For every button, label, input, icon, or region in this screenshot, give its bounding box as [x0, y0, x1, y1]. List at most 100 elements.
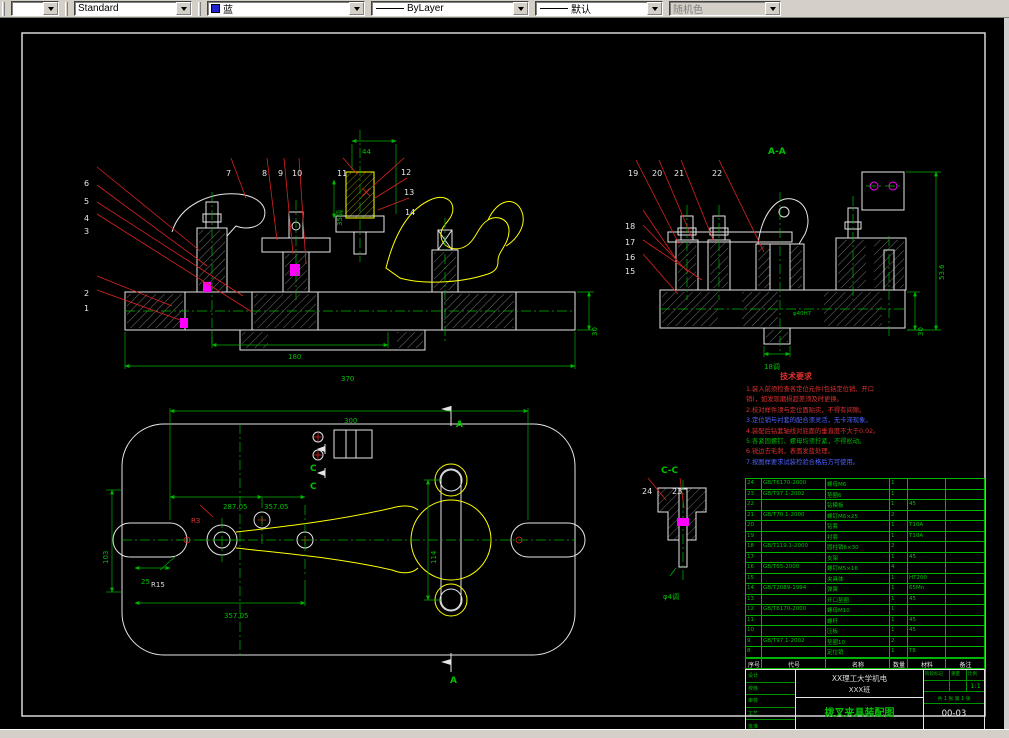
callout-10: 10 — [292, 169, 303, 178]
lineweight-sample-icon — [540, 8, 568, 9]
callout-23: 23 — [672, 487, 683, 496]
bom-header-rem: 备注 — [959, 661, 972, 669]
chevron-down-icon[interactable] — [176, 2, 191, 15]
callout-15: 15 — [625, 267, 636, 276]
scale-value: 1:1 — [970, 682, 981, 690]
color-value: 蓝 — [223, 5, 233, 16]
chevron-down-icon[interactable] — [43, 2, 58, 15]
bom-no: 8 — [746, 647, 762, 657]
section-arrow-a-top: A — [456, 420, 463, 430]
bom-code — [762, 552, 826, 562]
bom-mat: 45 — [908, 626, 946, 636]
dim-370: 370 — [341, 375, 355, 383]
technical-notes: 技术要求 1.装入前须检查各定位元件(包括定位销、开口 销)，如发现磨损超差须及时… — [746, 371, 914, 468]
bom-mat: T10A — [908, 531, 946, 541]
horizontal-scrollbar[interactable] — [0, 729, 1009, 738]
vertical-scrollbar[interactable] — [1004, 18, 1009, 729]
signature-row: 校核 — [746, 683, 795, 696]
signature-label: 工艺 — [748, 711, 759, 718]
bom-name: 钻套 — [826, 521, 890, 531]
bom-qty: 1 — [890, 531, 908, 541]
bom-rem — [946, 479, 984, 489]
dim-180: 180 — [288, 353, 302, 361]
bom-no: 13 — [746, 594, 762, 604]
bom-code — [762, 615, 826, 625]
signature-row: 设计 — [746, 670, 795, 683]
application-window: Standard 蓝 ByLayer 默认 随机色 1 2 3 4 5 6 7 … — [0, 0, 1009, 738]
dim-536: 53.6 — [938, 264, 946, 280]
plotstyle-value: 随机色 — [673, 5, 703, 16]
note-line: 5.各紧固螺钉、螺母均须拧紧，不得松动。 — [746, 438, 866, 446]
bom-mat — [908, 636, 946, 646]
signature-label: 校核 — [748, 685, 759, 692]
bom-name: 开口垫圈 — [826, 594, 890, 604]
bom-rem — [946, 616, 984, 626]
bom-rem — [946, 637, 984, 647]
callout-22: 22 — [712, 169, 723, 178]
text-style-combo[interactable]: Standard — [74, 1, 192, 16]
bom-name: 螺杆 — [826, 615, 890, 625]
linetype-value: ByLayer — [407, 3, 444, 14]
bom-row: 11 螺杆 1 45 — [746, 615, 984, 626]
callout-20: 20 — [652, 169, 663, 178]
bom-code: GB/T65-2000 — [762, 563, 826, 573]
bom-name: 垫圈6 — [826, 489, 890, 499]
note-line: 1.装入前须检查各定位元件(包括定位销、开口 — [746, 386, 875, 393]
bom-code: GB/T97.1-2002 — [762, 489, 826, 499]
section-label-cc: C-C — [661, 466, 679, 476]
bom-table: 24 GB/T6170-2000 螺母M6 1 23 GB/T97.1-2002… — [745, 478, 985, 670]
drawing-canvas[interactable]: 1 2 3 4 5 6 7 8 9 10 11 12 13 14 180 370… — [0, 18, 1009, 734]
bom-qty: 1 — [890, 584, 908, 594]
bom-code — [762, 531, 826, 541]
workspace-combo[interactable] — [11, 1, 59, 16]
toolbar-grip[interactable] — [198, 1, 201, 16]
bom-code: GB/T2089-1994 — [762, 584, 826, 594]
bom-qty: 1 — [890, 615, 908, 625]
callout-16: 16 — [625, 253, 636, 262]
bom-rem — [946, 574, 984, 584]
toolbar-grip[interactable] — [65, 1, 68, 16]
class-name: XXX班 — [796, 685, 923, 698]
bom-qty: 1 — [890, 626, 908, 636]
bom-row: 20 钻套 1 T10A — [746, 521, 984, 532]
bom-no: 11 — [746, 615, 762, 625]
bom-rem — [946, 490, 984, 500]
section-arrow-c-bottom: C — [310, 482, 317, 492]
bom-no: 22 — [746, 500, 762, 510]
callout-18: 18 — [625, 222, 636, 231]
stage-label: 阶段标记 — [924, 670, 950, 680]
bom-header-name: 名称 — [826, 658, 890, 670]
chevron-down-icon[interactable] — [647, 2, 662, 15]
signature-row: 审核 — [746, 695, 795, 708]
lineweight-combo[interactable]: 默认 — [535, 1, 663, 16]
bom-rem — [946, 511, 984, 521]
section-aa-view — [635, 159, 941, 357]
dim-r3: R3 — [191, 517, 201, 525]
title-block-signature-rows: 设计 校核 审核 工艺 批准 — [746, 670, 796, 733]
bom-row: 18 GB/T119.1-2000 圆柱销6×30 2 — [746, 542, 984, 553]
linetype-combo[interactable]: ByLayer — [371, 1, 529, 16]
bom-name: 弹簧 — [826, 584, 890, 594]
scale-label: 比例 — [968, 672, 977, 677]
bom-name: 定位销 — [826, 647, 890, 657]
bom-no: 24 — [746, 479, 762, 489]
bom-mat — [908, 563, 946, 573]
note-line: 销)，如发现磨损超差须及时更换。 — [746, 396, 843, 404]
chevron-down-icon[interactable] — [513, 2, 528, 15]
bom-row: 8 定位销 1 T8 — [746, 647, 984, 658]
bom-qty: 1 — [890, 479, 908, 489]
bom-rem — [946, 521, 984, 531]
color-combo[interactable]: 蓝 — [207, 1, 365, 16]
callout-24: 24 — [642, 487, 653, 496]
callout-2: 2 — [84, 289, 90, 298]
chevron-down-icon[interactable] — [349, 2, 364, 15]
school-name: XX理工大学机电 — [831, 674, 888, 683]
dim-hole: φ40H7 — [793, 311, 812, 317]
bom-name: 支架 — [826, 552, 890, 562]
bom-rem — [946, 626, 984, 636]
toolbar-grip[interactable] — [2, 1, 5, 16]
dim-r15: R15 — [151, 581, 165, 589]
bom-name: 圆柱销6×30 — [826, 542, 890, 552]
bom-no: 14 — [746, 584, 762, 594]
bom-name: 螺母M10 — [826, 605, 890, 615]
